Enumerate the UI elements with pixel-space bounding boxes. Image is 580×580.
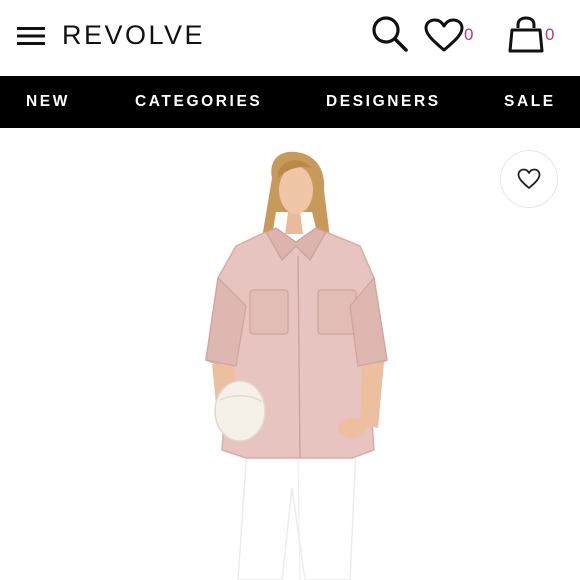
nav-item-designers[interactable]: DESIGNERS: [326, 76, 441, 128]
wishlist-heart-icon[interactable]: [424, 18, 464, 54]
shopping-bag-icon[interactable]: [506, 16, 546, 54]
site-header: REVOLVE 0 0: [0, 0, 580, 76]
heart-outline-icon: [517, 168, 541, 189]
main-nav: NEW CATEGORIES DESIGNERS SALE: [0, 76, 580, 128]
nav-item-sale[interactable]: SALE: [504, 76, 556, 128]
search-icon[interactable]: [370, 14, 410, 54]
nav-item-new[interactable]: NEW: [26, 76, 70, 128]
nav-item-categories[interactable]: CATEGORIES: [135, 76, 262, 128]
product-photo[interactable]: [0, 128, 580, 580]
brand-logo[interactable]: REVOLVE: [62, 18, 205, 52]
product-image-area: [0, 128, 580, 580]
wishlist-count: 0: [464, 25, 474, 44]
favorite-button[interactable]: [500, 150, 558, 208]
hamburger-menu-icon[interactable]: [16, 24, 46, 48]
bag-count: 0: [545, 25, 555, 44]
